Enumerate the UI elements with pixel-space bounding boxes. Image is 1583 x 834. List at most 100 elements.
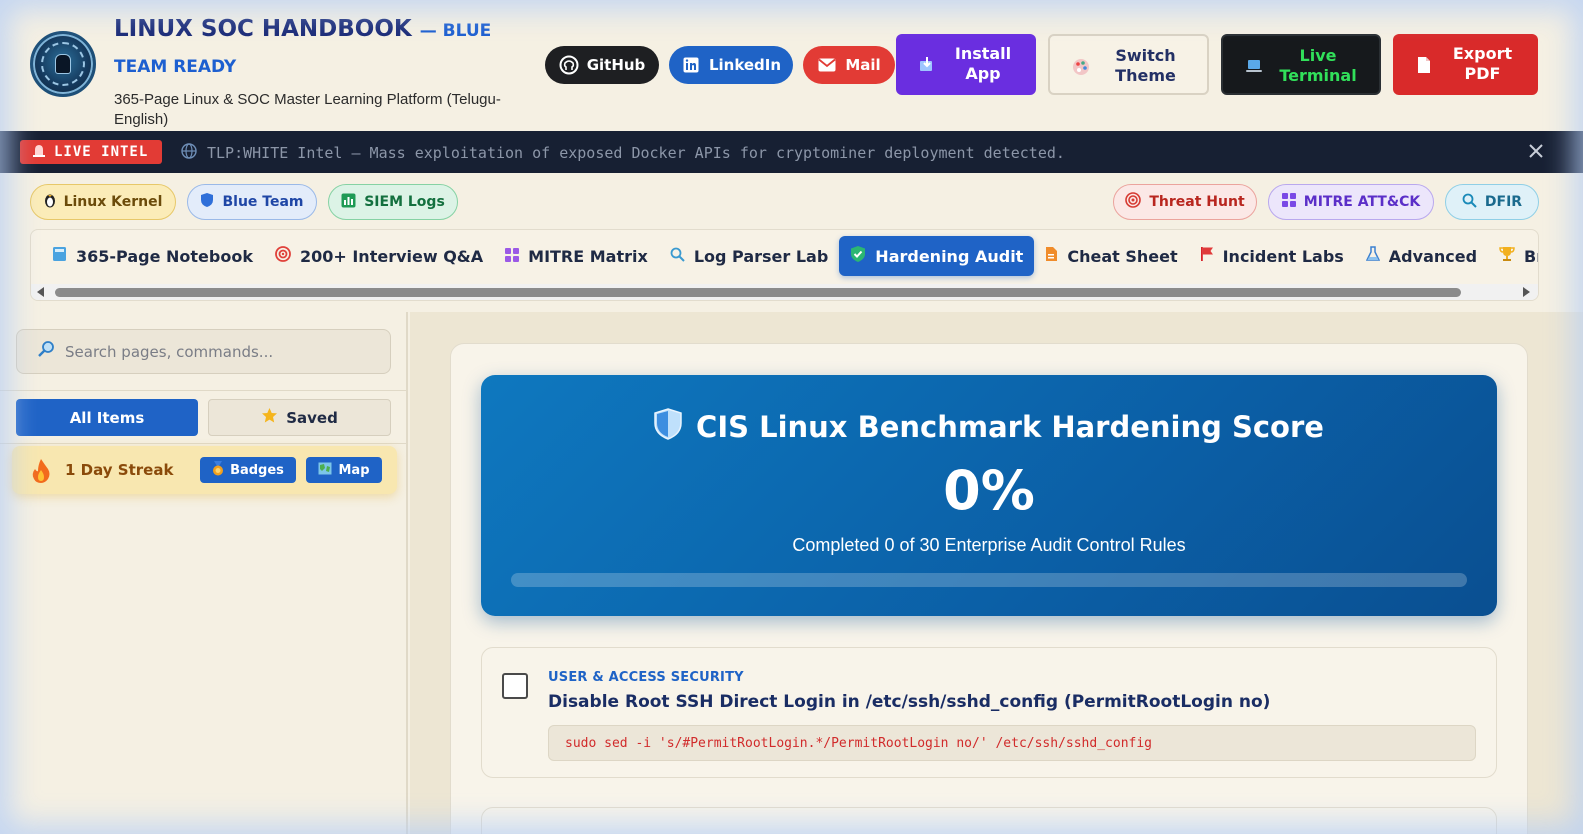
intel-message: TLP:WHITE Intel — Mass exploitation of e… [207, 144, 1065, 162]
github-button[interactable]: GitHub [545, 46, 659, 84]
map-label: Map [338, 462, 370, 478]
tab-advanced[interactable]: Advanced [1355, 236, 1488, 276]
map-button[interactable]: Map [306, 457, 382, 483]
tab-brand[interactable]: Brand C [1488, 236, 1538, 276]
tab-brand-label: Brand C [1524, 246, 1538, 266]
section-tabs: 365-Page Notebook 200+ Interview Q&A MIT… [30, 229, 1539, 301]
live-terminal-button[interactable]: Live Terminal [1221, 34, 1381, 95]
tag-mitre-attack[interactable]: MITRE ATT&CK [1268, 184, 1434, 220]
trophy-icon [1499, 246, 1515, 266]
tag-linux-kernel-label: Linux Kernel [63, 194, 163, 210]
sidebar: All Items Saved 1 Day Streak Badges Map [0, 312, 408, 834]
logo-figure [55, 54, 71, 74]
search-icon [670, 247, 685, 266]
main-content: CIS Linux Benchmark Hardening Score 0% C… [410, 312, 1583, 834]
notebook-icon [52, 246, 67, 266]
tag-dfir[interactable]: DFIR [1445, 184, 1539, 220]
document-icon [1045, 246, 1058, 266]
tag-linux-kernel[interactable]: Linux Kernel [30, 184, 176, 220]
live-intel-badge: LIVE INTEL [20, 140, 162, 164]
intel-ticker: TLP:WHITE Intel — Mass exploitation of e… [181, 143, 1065, 163]
export-pdf-label: Export PDF [1452, 44, 1513, 83]
score-description: Completed 0 of 30 Enterprise Audit Contr… [792, 535, 1186, 555]
github-label: GitHub [586, 56, 646, 74]
tag-blue-team[interactable]: Blue Team [187, 184, 317, 220]
tab-notebook[interactable]: 365-Page Notebook [41, 236, 264, 276]
hardening-score-panel: CIS Linux Benchmark Hardening Score 0% C… [481, 375, 1497, 616]
title-main: LINUX SOC HANDBOOK [114, 16, 412, 42]
tab-incident-labs[interactable]: Incident Labs [1189, 236, 1355, 276]
tab-log-parser[interactable]: Log Parser Lab [659, 236, 839, 276]
target-icon [275, 246, 291, 266]
logo [30, 31, 96, 97]
grid-icon [505, 247, 520, 266]
linkedin-icon [681, 55, 701, 75]
tag-siem-logs-label: SIEM Logs [364, 194, 445, 210]
globe-icon [181, 143, 197, 163]
star-icon [261, 407, 278, 428]
tab-interview-qa[interactable]: 200+ Interview Q&A [264, 236, 494, 276]
tab-incident-labs-label: Incident Labs [1222, 246, 1344, 266]
app-header: LINUX SOC HANDBOOK — BLUE TEAM READY 365… [0, 0, 1583, 131]
tag-threat-hunt-label: Threat Hunt [1149, 194, 1245, 210]
linkedin-label: LinkedIn [708, 56, 782, 74]
tab-log-parser-label: Log Parser Lab [693, 246, 829, 266]
sidebar-divider [0, 390, 408, 391]
tag-dfir-label: DFIR [1484, 194, 1523, 210]
install-app-button[interactable]: Install App [896, 34, 1036, 95]
install-label: Install App [954, 44, 1012, 83]
palette-icon [1072, 58, 1090, 76]
streak-panel: 1 Day Streak Badges Map [12, 446, 397, 494]
switch-theme-label: Switch Theme [1115, 46, 1176, 85]
tabs-scrollbar[interactable] [31, 284, 1538, 300]
penguin-icon [44, 192, 56, 212]
scroll-right-arrow[interactable] [1523, 287, 1530, 297]
close-icon[interactable] [1527, 142, 1545, 160]
rule-category: USER & ACCESS SECURITY [548, 670, 744, 685]
shield-check-icon [850, 245, 866, 267]
logo-ring [41, 42, 85, 86]
saved-label: Saved [286, 408, 338, 427]
tag-mitre-attack-label: MITRE ATT&CK [1303, 194, 1421, 210]
audit-card: CIS Linux Benchmark Hardening Score 0% C… [450, 343, 1528, 834]
linkedin-button[interactable]: LinkedIn [669, 46, 793, 84]
bar-chart-icon [341, 193, 356, 212]
tab-mitre-matrix[interactable]: MITRE Matrix [494, 236, 659, 276]
tab-notebook-label: 365-Page Notebook [76, 246, 253, 266]
live-intel-label: LIVE INTEL [54, 144, 149, 160]
tab-cheat-sheet[interactable]: Cheat Sheet [1034, 236, 1188, 276]
export-pdf-button[interactable]: Export PDF [1393, 34, 1538, 95]
laptop-icon [1245, 58, 1263, 76]
grid-icon [1281, 193, 1296, 211]
medal-icon [212, 460, 224, 480]
search-box [16, 329, 391, 374]
flask-icon [1365, 246, 1381, 266]
search-icon [1462, 193, 1477, 212]
score-title: CIS Linux Benchmark Hardening Score [696, 409, 1324, 444]
badges-button[interactable]: Badges [200, 457, 296, 483]
rule-checkbox[interactable] [502, 673, 528, 699]
switch-theme-button[interactable]: Switch Theme [1048, 34, 1209, 95]
mail-label: Mail [845, 56, 881, 74]
scrollbar-thumb[interactable] [55, 288, 1461, 297]
tag-threat-hunt[interactable]: Threat Hunt [1113, 184, 1257, 220]
github-icon [559, 55, 579, 75]
tab-hardening-audit[interactable]: Hardening Audit [839, 236, 1035, 276]
all-items-button[interactable]: All Items [16, 399, 198, 436]
tag-blue-team-label: Blue Team [222, 194, 304, 210]
page-title: LINUX SOC HANDBOOK — BLUE TEAM READY [114, 12, 534, 84]
rule-title: Disable Root SSH Direct Login in /etc/ss… [548, 692, 1271, 712]
saved-button[interactable]: Saved [208, 399, 391, 436]
scroll-left-arrow[interactable] [37, 287, 44, 297]
audit-rule: USER & ACCESS SECURITY Disable Root SSH … [481, 647, 1497, 778]
rule-command[interactable]: sudo sed -i 's/#PermitRootLogin.*/Permit… [548, 725, 1476, 761]
target-icon [1125, 192, 1142, 212]
shield-icon [200, 192, 214, 212]
flame-icon [30, 458, 52, 484]
search-input[interactable] [65, 342, 385, 361]
mail-icon [817, 55, 837, 75]
streak-label: 1 Day Streak [65, 461, 174, 479]
mail-button[interactable]: Mail [803, 46, 895, 84]
tag-siem-logs[interactable]: SIEM Logs [328, 184, 458, 220]
shield-icon [654, 408, 682, 445]
